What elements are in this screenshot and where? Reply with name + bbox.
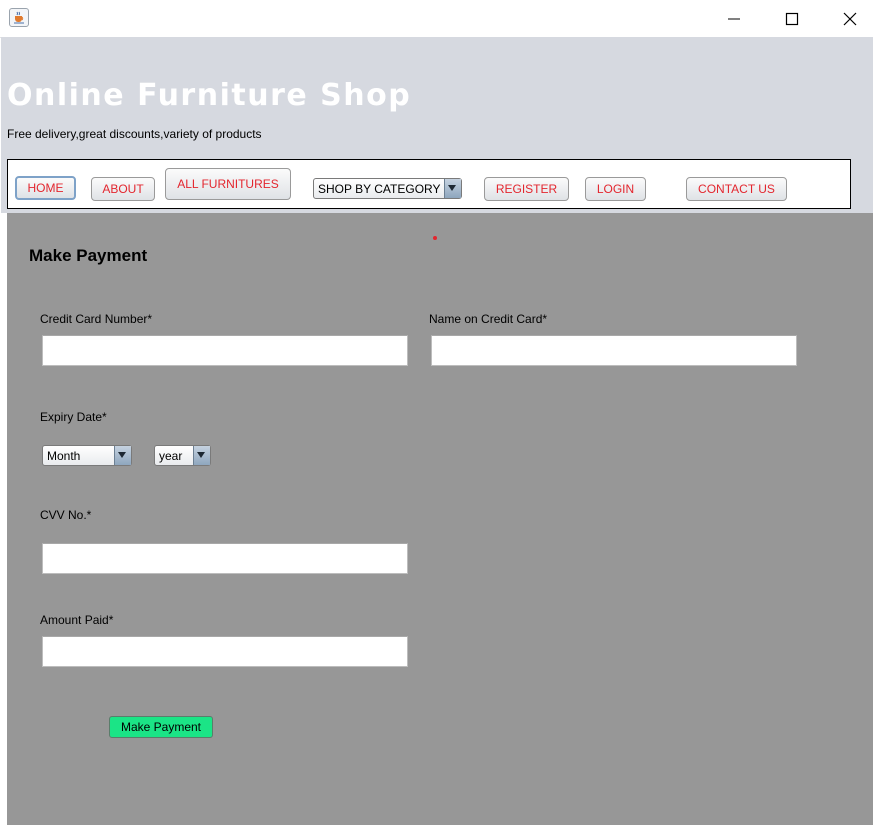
left-edge xyxy=(0,213,7,825)
close-icon xyxy=(843,12,857,26)
expiry-month-select[interactable]: Month xyxy=(42,445,132,466)
window-titlebar xyxy=(0,0,873,38)
dropdown-arrow-icon xyxy=(193,446,210,465)
nav-bar: HOME ABOUT ALL FURNITURES SHOP BY CATEGO… xyxy=(7,159,851,209)
payment-panel: Make Payment Credit Card Number* Name on… xyxy=(7,213,873,825)
cvv-input[interactable] xyxy=(42,543,408,574)
maximize-button[interactable] xyxy=(763,0,821,37)
make-payment-button[interactable]: Make Payment xyxy=(109,716,213,738)
minimize-button[interactable] xyxy=(705,0,763,37)
card-name-label: Name on Credit Card* xyxy=(429,312,548,326)
amount-label: Amount Paid* xyxy=(40,613,114,627)
close-button[interactable] xyxy=(821,0,873,37)
nav-login-button[interactable]: LOGIN xyxy=(585,177,646,201)
nav-register-button[interactable]: REGISTER xyxy=(484,177,569,201)
card-number-label: Credit Card Number* xyxy=(40,312,153,326)
year-select-value: year xyxy=(159,449,183,463)
nav-home-button[interactable]: HOME xyxy=(15,176,76,200)
minimize-icon xyxy=(728,18,740,20)
maximize-icon xyxy=(785,12,799,26)
indicator-dot xyxy=(433,236,437,240)
month-select-value: Month xyxy=(47,449,81,463)
nav-contact-button[interactable]: CONTACT US xyxy=(686,177,787,201)
card-number-input[interactable] xyxy=(42,335,408,366)
shop-title: Online Furniture Shop xyxy=(7,78,412,113)
dropdown-arrow-icon xyxy=(114,446,131,465)
category-select[interactable]: SHOP BY CATEGORY xyxy=(313,178,462,199)
amount-input[interactable] xyxy=(42,636,408,667)
category-select-label: SHOP BY CATEGORY xyxy=(318,182,441,196)
shop-subtitle: Free delivery,great discounts,variety of… xyxy=(7,127,262,141)
card-name-input[interactable] xyxy=(431,335,797,366)
page-title: Make Payment xyxy=(29,246,148,265)
expiry-label: Expiry Date* xyxy=(40,410,107,424)
nav-all-furnitures-button[interactable]: ALL FURNITURES xyxy=(165,168,291,200)
cvv-label: CVV No.* xyxy=(40,508,92,522)
dropdown-arrow-icon xyxy=(444,179,461,198)
nav-about-button[interactable]: ABOUT xyxy=(91,177,155,201)
java-cup-icon xyxy=(9,8,29,27)
expiry-year-select[interactable]: year xyxy=(154,445,211,466)
